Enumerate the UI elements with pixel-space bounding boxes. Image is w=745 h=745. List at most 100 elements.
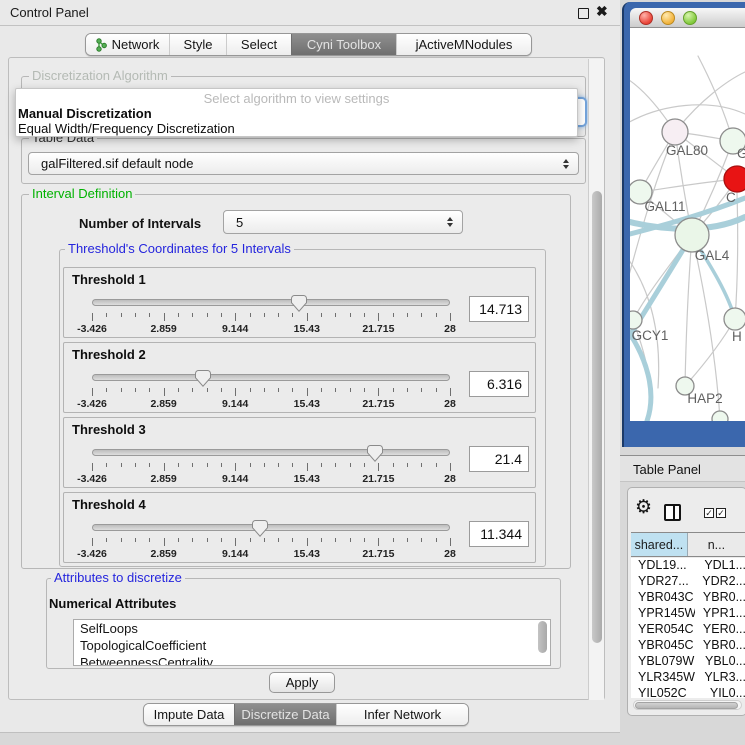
close-icon[interactable]: ✖ — [596, 3, 608, 20]
slider-track[interactable] — [92, 449, 450, 456]
checkbox-checked-icon[interactable]: ✓ — [716, 508, 726, 518]
network-window-titlebar[interactable] — [630, 8, 745, 28]
table-row[interactable]: YPR145WYPR1... — [631, 606, 745, 622]
slider-thumb[interactable] — [291, 295, 307, 312]
slider-thumb[interactable] — [252, 520, 268, 537]
minimize-traffic-light-icon[interactable] — [661, 11, 675, 25]
table-row[interactable]: YBR043CYBR0... — [631, 590, 745, 606]
table-row[interactable]: YLR345WYLR3... — [631, 670, 745, 686]
tick-label: 9.144 — [205, 323, 265, 335]
columns-icon[interactable] — [664, 504, 681, 521]
algorithm-option-equal-width[interactable]: Equal Width/Frequency Discretization — [18, 121, 568, 136]
table-cell[interactable]: YDR2... — [694, 574, 745, 590]
table-hscrollbar-thumb[interactable] — [635, 702, 738, 709]
apply-button[interactable]: Apply — [269, 672, 335, 693]
threshold-panel-2: Threshold 2-3.4262.8599.14415.4321.71528… — [63, 342, 536, 413]
algorithm-option-manual[interactable]: Manual Discretization — [18, 106, 568, 121]
tab-style[interactable]: Style — [169, 34, 226, 55]
table-cell[interactable]: YIL052C — [631, 686, 702, 698]
minor-tick — [421, 388, 422, 392]
tab-impute-data[interactable]: Impute Data — [144, 704, 234, 725]
attribute-item-selfloops[interactable]: SelfLoops — [74, 620, 550, 637]
number-of-intervals-value: 5 — [236, 215, 243, 230]
table-cell[interactable]: YBL0... — [697, 654, 745, 670]
float-window-icon[interactable] — [578, 8, 589, 19]
table-row[interactable]: YIL052CYIL0... — [631, 686, 745, 698]
table-cell[interactable]: YLR345W — [631, 670, 696, 686]
table-cell[interactable]: YBR045C — [631, 638, 695, 654]
tab-jactivemnodules[interactable]: jActiveMNodules — [396, 34, 531, 55]
table-hscrollbar-track[interactable] — [633, 700, 742, 710]
table-cell[interactable]: YBR043C — [631, 590, 695, 606]
network-node-gcy1[interactable] — [630, 311, 642, 329]
content-scrollbar-thumb[interactable] — [592, 191, 602, 643]
control-panel-window: Control Panel ✖ NetworkStyleSelectCyni T… — [0, 0, 620, 733]
checkbox-checked-icon[interactable]: ✓ — [704, 508, 714, 518]
content-scrollbar-track[interactable] — [588, 59, 604, 700]
threshold-value-field[interactable]: 11.344 — [469, 521, 529, 547]
table-cell[interactable]: YDL19... — [631, 558, 696, 574]
minor-tick — [207, 463, 208, 467]
table-cell[interactable]: YPR145W — [631, 606, 695, 622]
major-tick — [378, 388, 379, 396]
tab-cyni-toolbox[interactable]: Cyni Toolbox — [291, 34, 396, 55]
tab-label: jActiveMNodules — [416, 37, 513, 52]
attributes-list-scrollbar[interactable] — [538, 621, 547, 653]
slider-track[interactable] — [92, 524, 450, 531]
network-node-label: HAP2 — [687, 391, 722, 406]
network-node[interactable] — [712, 411, 728, 421]
table-data-combo[interactable]: galFiltered.sif default node — [28, 152, 579, 175]
table-cell[interactable]: YDL1... — [696, 558, 745, 574]
table-cell[interactable]: YBR0... — [695, 638, 745, 654]
network-edge[interactable] — [685, 235, 692, 386]
threshold-value-field[interactable]: 6.316 — [469, 371, 529, 397]
table-row[interactable]: YDR27...YDR2... — [631, 574, 745, 590]
minor-tick — [264, 538, 265, 542]
table-cell[interactable]: YLR3... — [696, 670, 745, 686]
table-cell[interactable]: YER054C — [631, 622, 695, 638]
slider-track[interactable] — [92, 299, 450, 306]
attribute-item-topologicalcoefficient[interactable]: TopologicalCoefficient — [74, 637, 550, 654]
table-cell[interactable]: YER0... — [695, 622, 745, 638]
tab-network[interactable]: Network — [86, 34, 169, 55]
table-row[interactable]: YER054CYER0... — [631, 622, 745, 638]
network-edge[interactable] — [630, 105, 745, 124]
network-edge[interactable] — [698, 56, 733, 141]
tab-discretize-data[interactable]: Discretize Data — [234, 704, 336, 725]
tab-select[interactable]: Select — [226, 34, 291, 55]
table-cell[interactable]: YIL0... — [702, 686, 745, 698]
close-traffic-light-icon[interactable] — [639, 11, 653, 25]
table-cell[interactable]: YDR27... — [631, 574, 694, 590]
threshold-value-field[interactable]: 21.4 — [469, 446, 529, 472]
major-tick — [450, 463, 451, 471]
table-row[interactable]: YDL19...YDL1... — [631, 558, 745, 574]
threshold-value-field[interactable]: 14.713 — [469, 296, 529, 322]
network-canvas[interactable]: GAL80GCGAL11GAL4GCY1HHAP2 — [630, 28, 745, 421]
tab-infer-network[interactable]: Infer Network — [336, 704, 468, 725]
number-of-intervals-combo[interactable]: 5 — [223, 210, 463, 234]
table-cell[interactable]: YBR0... — [695, 590, 745, 606]
attribute-item-betweennesscentrality[interactable]: BetweennessCentrality — [74, 654, 550, 666]
minor-tick — [135, 313, 136, 317]
minor-tick — [178, 538, 179, 542]
minor-tick — [250, 313, 251, 317]
table-cell[interactable]: YPR1... — [695, 606, 745, 622]
network-node-c[interactable] — [724, 166, 745, 192]
cyni-toolbox-content: Discretization Algorithm Select algorith… — [8, 57, 605, 700]
table-cell[interactable]: YBL079W — [631, 654, 697, 670]
algorithm-popup: Select algorithm to view settings Manual… — [15, 88, 578, 137]
network-edge[interactable] — [640, 179, 737, 192]
network-node-gal4[interactable] — [675, 218, 709, 252]
slider-track[interactable] — [92, 374, 450, 381]
table-row[interactable]: YBL079WYBL0... — [631, 654, 745, 670]
slider-thumb[interactable] — [195, 370, 211, 387]
table-column-header-1[interactable]: shared... — [631, 533, 688, 556]
network-node-h[interactable] — [724, 308, 745, 330]
table-row[interactable]: YBR045CYBR0... — [631, 638, 745, 654]
zoom-traffic-light-icon[interactable] — [683, 11, 697, 25]
network-edge[interactable] — [735, 193, 738, 319]
table-column-header-2[interactable]: n... — [688, 533, 745, 556]
gear-icon[interactable]: ⚙ — [635, 498, 652, 517]
slider-thumb[interactable] — [367, 445, 383, 462]
network-node-gal80[interactable] — [662, 119, 688, 145]
